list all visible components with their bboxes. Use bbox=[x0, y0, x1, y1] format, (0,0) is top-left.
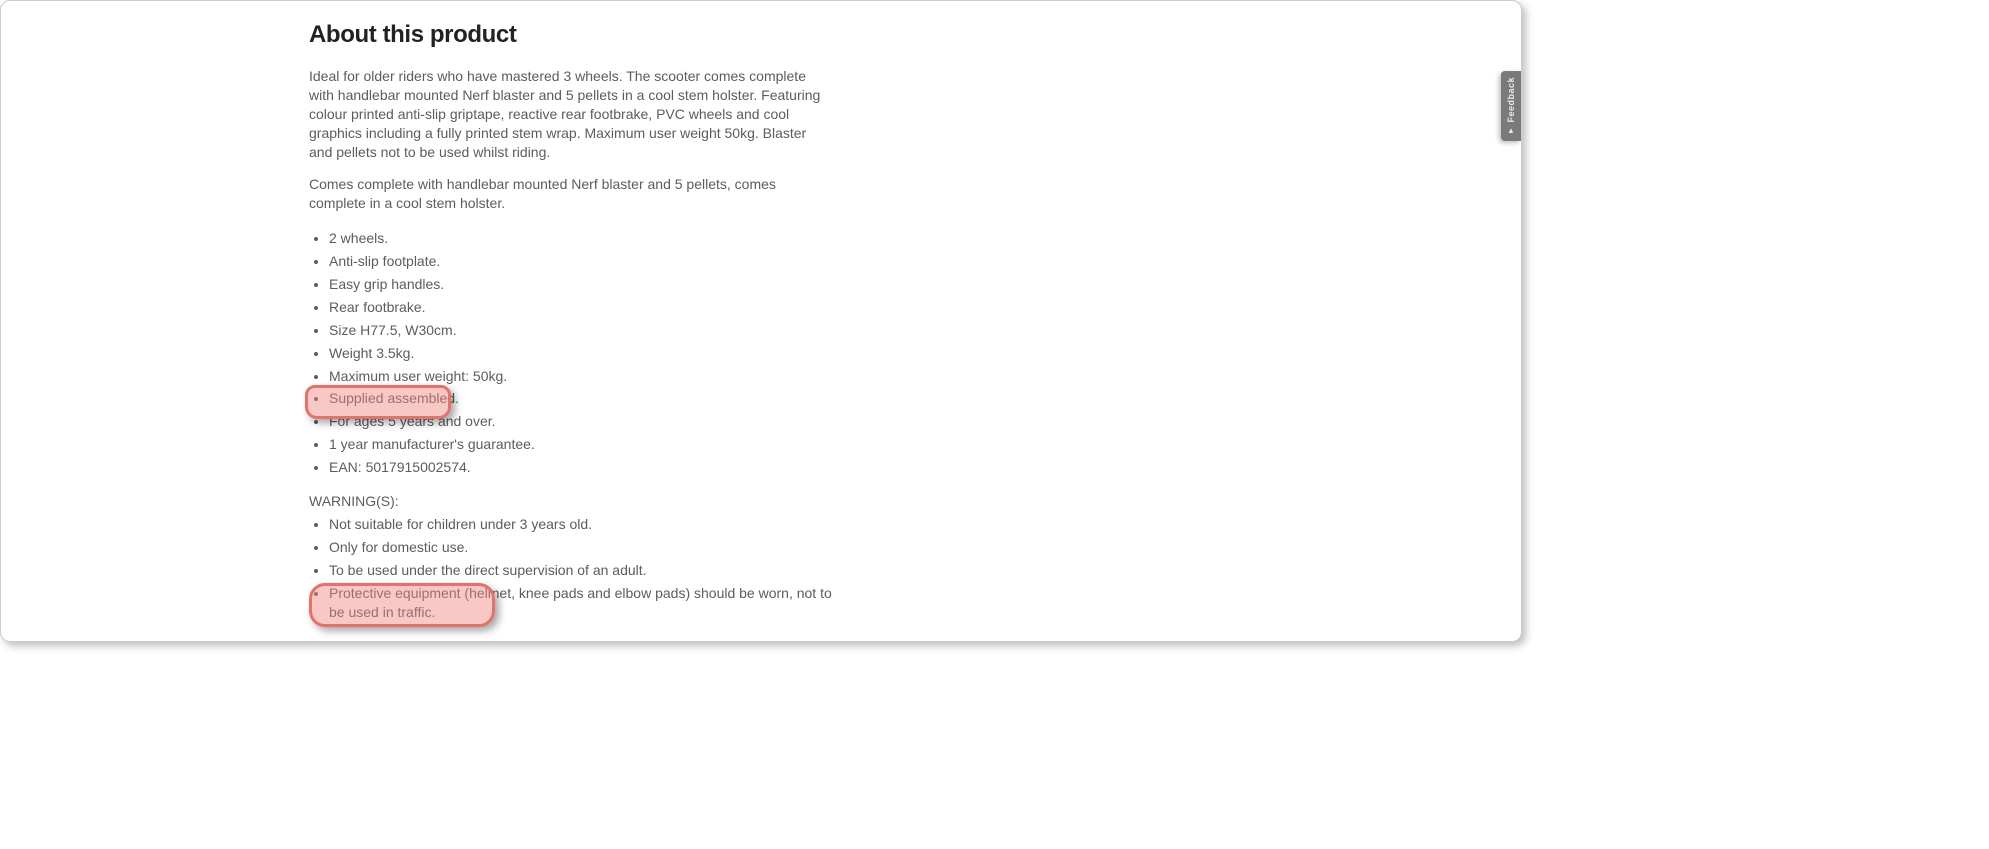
list-item: Only for domestic use. bbox=[329, 536, 849, 559]
spec-list: 2 wheels. Anti-slip footplate. Easy grip… bbox=[309, 227, 849, 479]
warnings-list: Not suitable for children under 3 years … bbox=[309, 513, 849, 623]
list-item: EAN: 5017915002574. bbox=[329, 456, 849, 479]
list-item: Easy grip handles. bbox=[329, 273, 849, 296]
list-item: Anti-slip footplate. bbox=[329, 250, 849, 273]
list-item: Maximum user weight: 50kg. bbox=[329, 365, 849, 388]
product-content: About this product Ideal for older rider… bbox=[309, 1, 1229, 642]
list-item: Protective equipment (helmet, knee pads … bbox=[329, 582, 849, 624]
list-item: 2 wheels. bbox=[329, 227, 849, 250]
list-item: Size H77.5, W30cm. bbox=[329, 319, 849, 342]
page-card: About this product Ideal for older rider… bbox=[0, 0, 1522, 642]
list-item: To be used under the direct supervision … bbox=[329, 559, 849, 582]
triangle-up-icon: ▲ bbox=[1507, 127, 1515, 135]
feedback-tab[interactable]: Feedback ▲ bbox=[1501, 71, 1521, 141]
about-paragraph-2: Comes complete with handlebar mounted Ne… bbox=[309, 175, 829, 213]
list-item: Not suitable for children under 3 years … bbox=[329, 513, 849, 536]
about-paragraph-1: Ideal for older riders who have mastered… bbox=[309, 67, 829, 161]
warnings-label: WARNING(S): bbox=[309, 493, 1229, 509]
list-item: Rear footbrake. bbox=[329, 296, 849, 319]
list-item: 1 year manufacturer's guarantee. bbox=[329, 433, 849, 456]
about-heading: About this product bbox=[309, 21, 1229, 49]
list-item: For ages 5 years and over. bbox=[329, 410, 849, 433]
list-item: Weight 3.5kg. bbox=[329, 342, 849, 365]
feedback-label: Feedback bbox=[1506, 77, 1516, 123]
list-item: Supplied assembled. bbox=[329, 387, 849, 410]
